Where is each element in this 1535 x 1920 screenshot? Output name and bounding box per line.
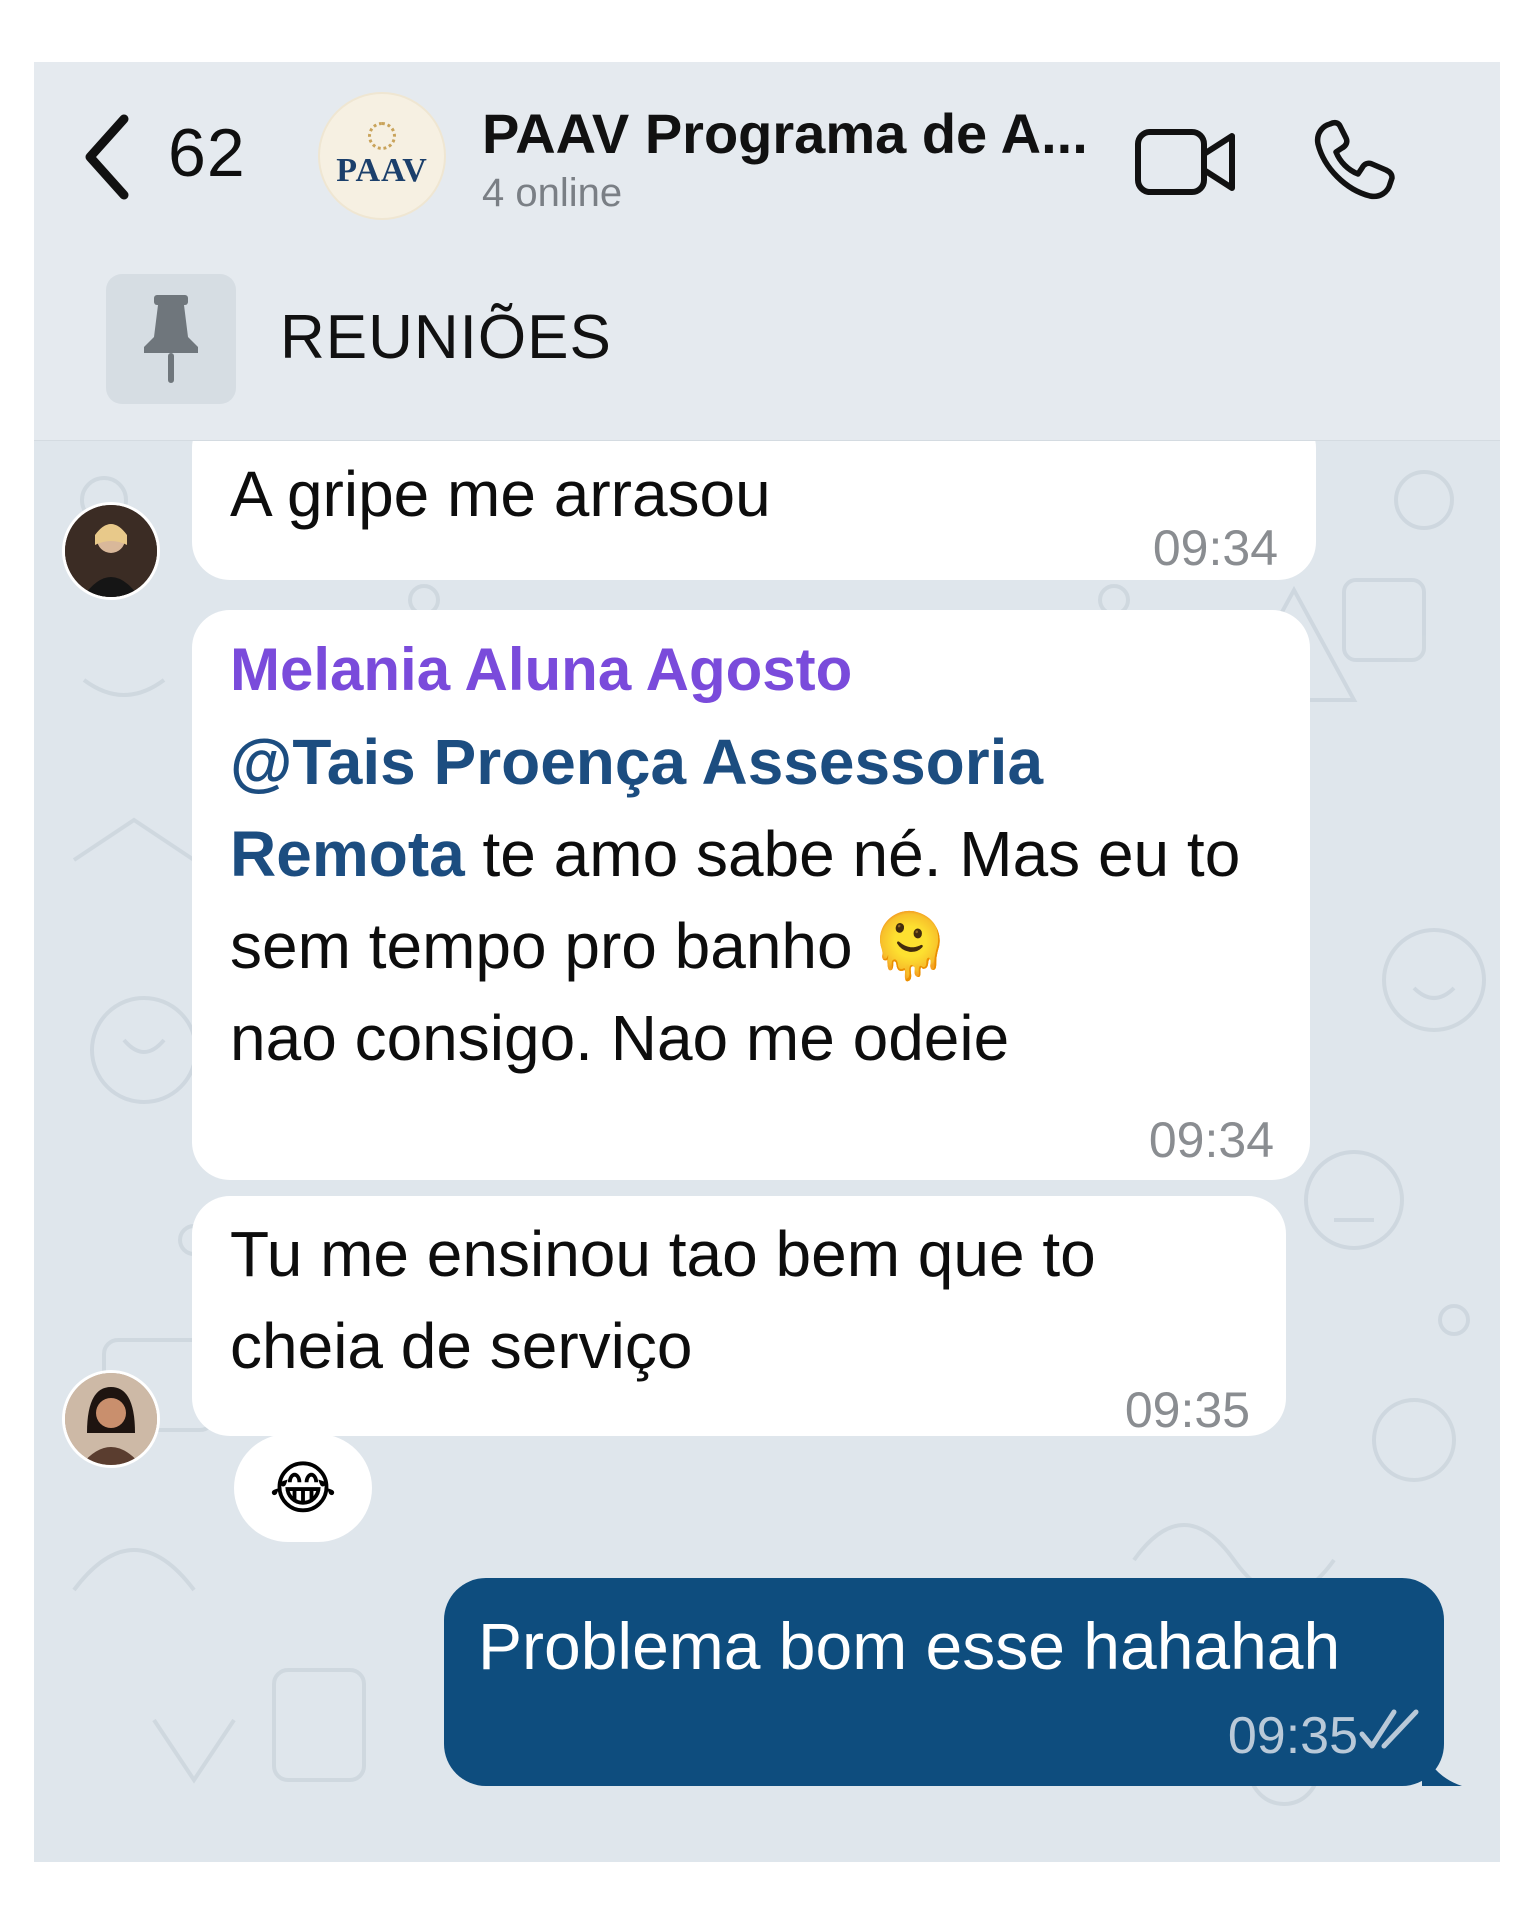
message-text: A gripe me arrasou (230, 458, 771, 530)
avatar[interactable] (62, 1370, 160, 1468)
person-photo (65, 505, 157, 597)
message-time: 09:35 (1227, 1707, 1358, 1765)
chat-title[interactable]: PAAV Programa de A... (482, 102, 1142, 166)
group-avatar-logo: PAAV (336, 152, 428, 189)
laughing-emoji: 😂 (269, 1456, 337, 1521)
pinned-topic[interactable]: REUNIÕES (34, 262, 1500, 440)
video-camera-icon[interactable] (1134, 124, 1238, 200)
bubble-tail (1422, 1746, 1462, 1786)
melting-face-emoji: 🫠 (870, 910, 951, 982)
logo-mark-icon (368, 122, 396, 150)
read-double-check-icon (1359, 1709, 1419, 1749)
message-time: 09:34 (1152, 520, 1278, 576)
reaction-badge[interactable]: 😂 (234, 1434, 372, 1542)
pinned-label: REUNIÕES (280, 303, 612, 372)
unread-count[interactable]: 62 (168, 114, 246, 192)
back-button[interactable] (78, 102, 168, 212)
pin-icon (144, 295, 198, 383)
message-list[interactable]: via A gripe me arrasou 09:34 Melania Alu… (34, 374, 1500, 1862)
chat-title-block[interactable]: PAAV Programa de A... 4 online (482, 102, 1142, 216)
chevron-left-icon (85, 114, 129, 200)
chat-window: 62 PAAV PAAV Programa de A... 4 online R… (34, 62, 1500, 1862)
message-text: Problema bom esse hahahah (478, 1609, 1341, 1683)
phone-icon[interactable] (1312, 118, 1396, 202)
message-text: Tu me ensinou tao bem que to cheia de se… (230, 1218, 1096, 1382)
message-text-end: nao consigo. Nao me odeie (230, 1002, 1010, 1074)
outgoing-message-bubble[interactable]: Problema bom esse hahahah 09:35 (444, 1578, 1462, 1786)
message-bubble[interactable]: Tu me ensinou tao bem que to cheia de se… (192, 1196, 1286, 1438)
person-photo (65, 1373, 157, 1465)
avatar[interactable] (62, 502, 160, 600)
group-avatar[interactable]: PAAV (318, 92, 446, 220)
pin-icon-box (106, 274, 236, 404)
message-body: Melania Aluna Agosto @Tais Proença Asses… (230, 624, 1280, 1084)
chat-header: 62 PAAV PAAV Programa de A... 4 online R… (34, 62, 1500, 441)
message-bubble[interactable]: Melania Aluna Agosto @Tais Proença Asses… (192, 610, 1310, 1180)
sender-name[interactable]: Melania Aluna Agosto (230, 624, 1280, 716)
online-status: 4 online (482, 171, 623, 215)
message-time: 09:35 (1124, 1382, 1250, 1438)
message-time: 09:34 (1148, 1112, 1274, 1168)
